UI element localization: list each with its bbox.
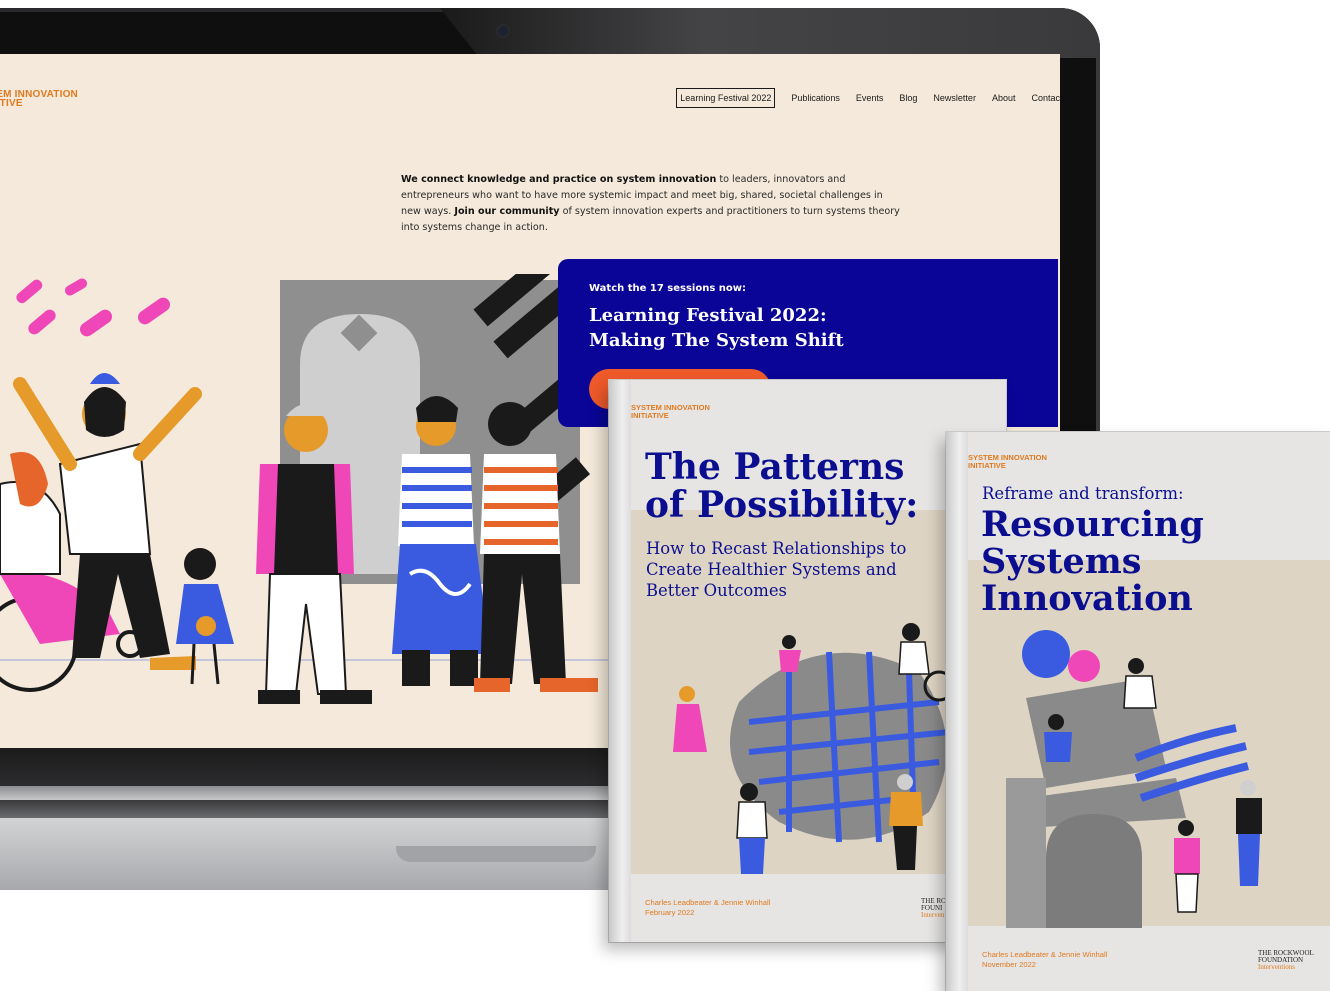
report-kicker: Reframe and transform:: [982, 484, 1184, 503]
intro-bold-1: We connect knowledge and practice on sys…: [401, 174, 717, 185]
site-logo-line2: IATIVE: [0, 98, 23, 109]
nav-publications[interactable]: Publications: [791, 93, 840, 103]
report-illustration: [1006, 630, 1262, 928]
nav-learning-festival[interactable]: Learning Festival 2022: [676, 88, 776, 108]
report-date: February 2022: [645, 908, 695, 917]
nav-about[interactable]: About: [992, 93, 1016, 103]
report-title: Resourcing Systems Innovation: [981, 506, 1321, 617]
report-title-line1: Resourcing: [981, 504, 1204, 545]
report-spine: [946, 432, 968, 991]
nav-events[interactable]: Events: [856, 93, 884, 103]
report-resourcing-systems-innovation[interactable]: SYSTEM INNOVATION INITIATIVE Reframe and…: [946, 432, 1330, 991]
report-authors: Charles Leadbeater & Jennie Winhall Febr…: [645, 898, 770, 918]
laptop-lid-reflection: [440, 8, 1100, 58]
nav-blog[interactable]: Blog: [899, 93, 917, 103]
confetti-shapes: [16, 278, 171, 337]
feature-kicker: Watch the 17 sessions now:: [589, 283, 747, 294]
main-nav: Learning Festival 2022 Publications Even…: [676, 88, 1060, 108]
feature-headline-line2: Making The System Shift: [589, 330, 844, 351]
report-logo: SYSTEM INNOVATION INITIATIVE: [968, 454, 1047, 470]
report-title-line2: Systems: [981, 541, 1142, 582]
trackpad-notch: [396, 846, 596, 862]
site-logo[interactable]: TEM INNOVATION IATIVE: [0, 90, 78, 109]
webcam-icon: [498, 26, 508, 36]
rockwool-foundation-logo: THE ROCKWOOL FOUNDATION Interventions: [1258, 950, 1314, 971]
report-logo: SYSTEM INNOVATION INITIATIVE: [631, 404, 710, 420]
report-authors: Charles Leadbeater & Jennie Winhall Nove…: [982, 950, 1107, 970]
rockwool-foundation-logo: THE RO FOUNI Interven: [921, 898, 946, 919]
foundation-line3: Interventions: [1258, 963, 1295, 971]
report-authors-names: Charles Leadbeater & Jennie Winhall: [982, 950, 1108, 959]
report-date: November 2022: [982, 960, 1037, 969]
report-illustration: [673, 623, 955, 874]
intro-paragraph: We connect knowledge and practice on sys…: [401, 172, 901, 236]
intro-join-link[interactable]: Join our community: [454, 206, 559, 217]
hero-illustration: [0, 274, 620, 704]
report-logo-line2: INITIATIVE: [968, 461, 1006, 470]
report-title-line3: Innovation: [981, 578, 1193, 619]
feature-headline-line1: Learning Festival 2022:: [589, 305, 827, 326]
report-subtitle: How to Recast Relationships to Create He…: [646, 539, 907, 600]
report-authors-names: Charles Leadbeater & Jennie Winhall: [645, 898, 771, 907]
nav-contact[interactable]: Contac: [1031, 93, 1060, 103]
nav-newsletter[interactable]: Newsletter: [933, 93, 976, 103]
report-logo-line2: INITIATIVE: [631, 411, 669, 420]
feature-headline: Learning Festival 2022: Making The Syste…: [589, 303, 844, 353]
report-spine: [609, 380, 631, 942]
foundation-line3: Interven: [921, 911, 945, 919]
